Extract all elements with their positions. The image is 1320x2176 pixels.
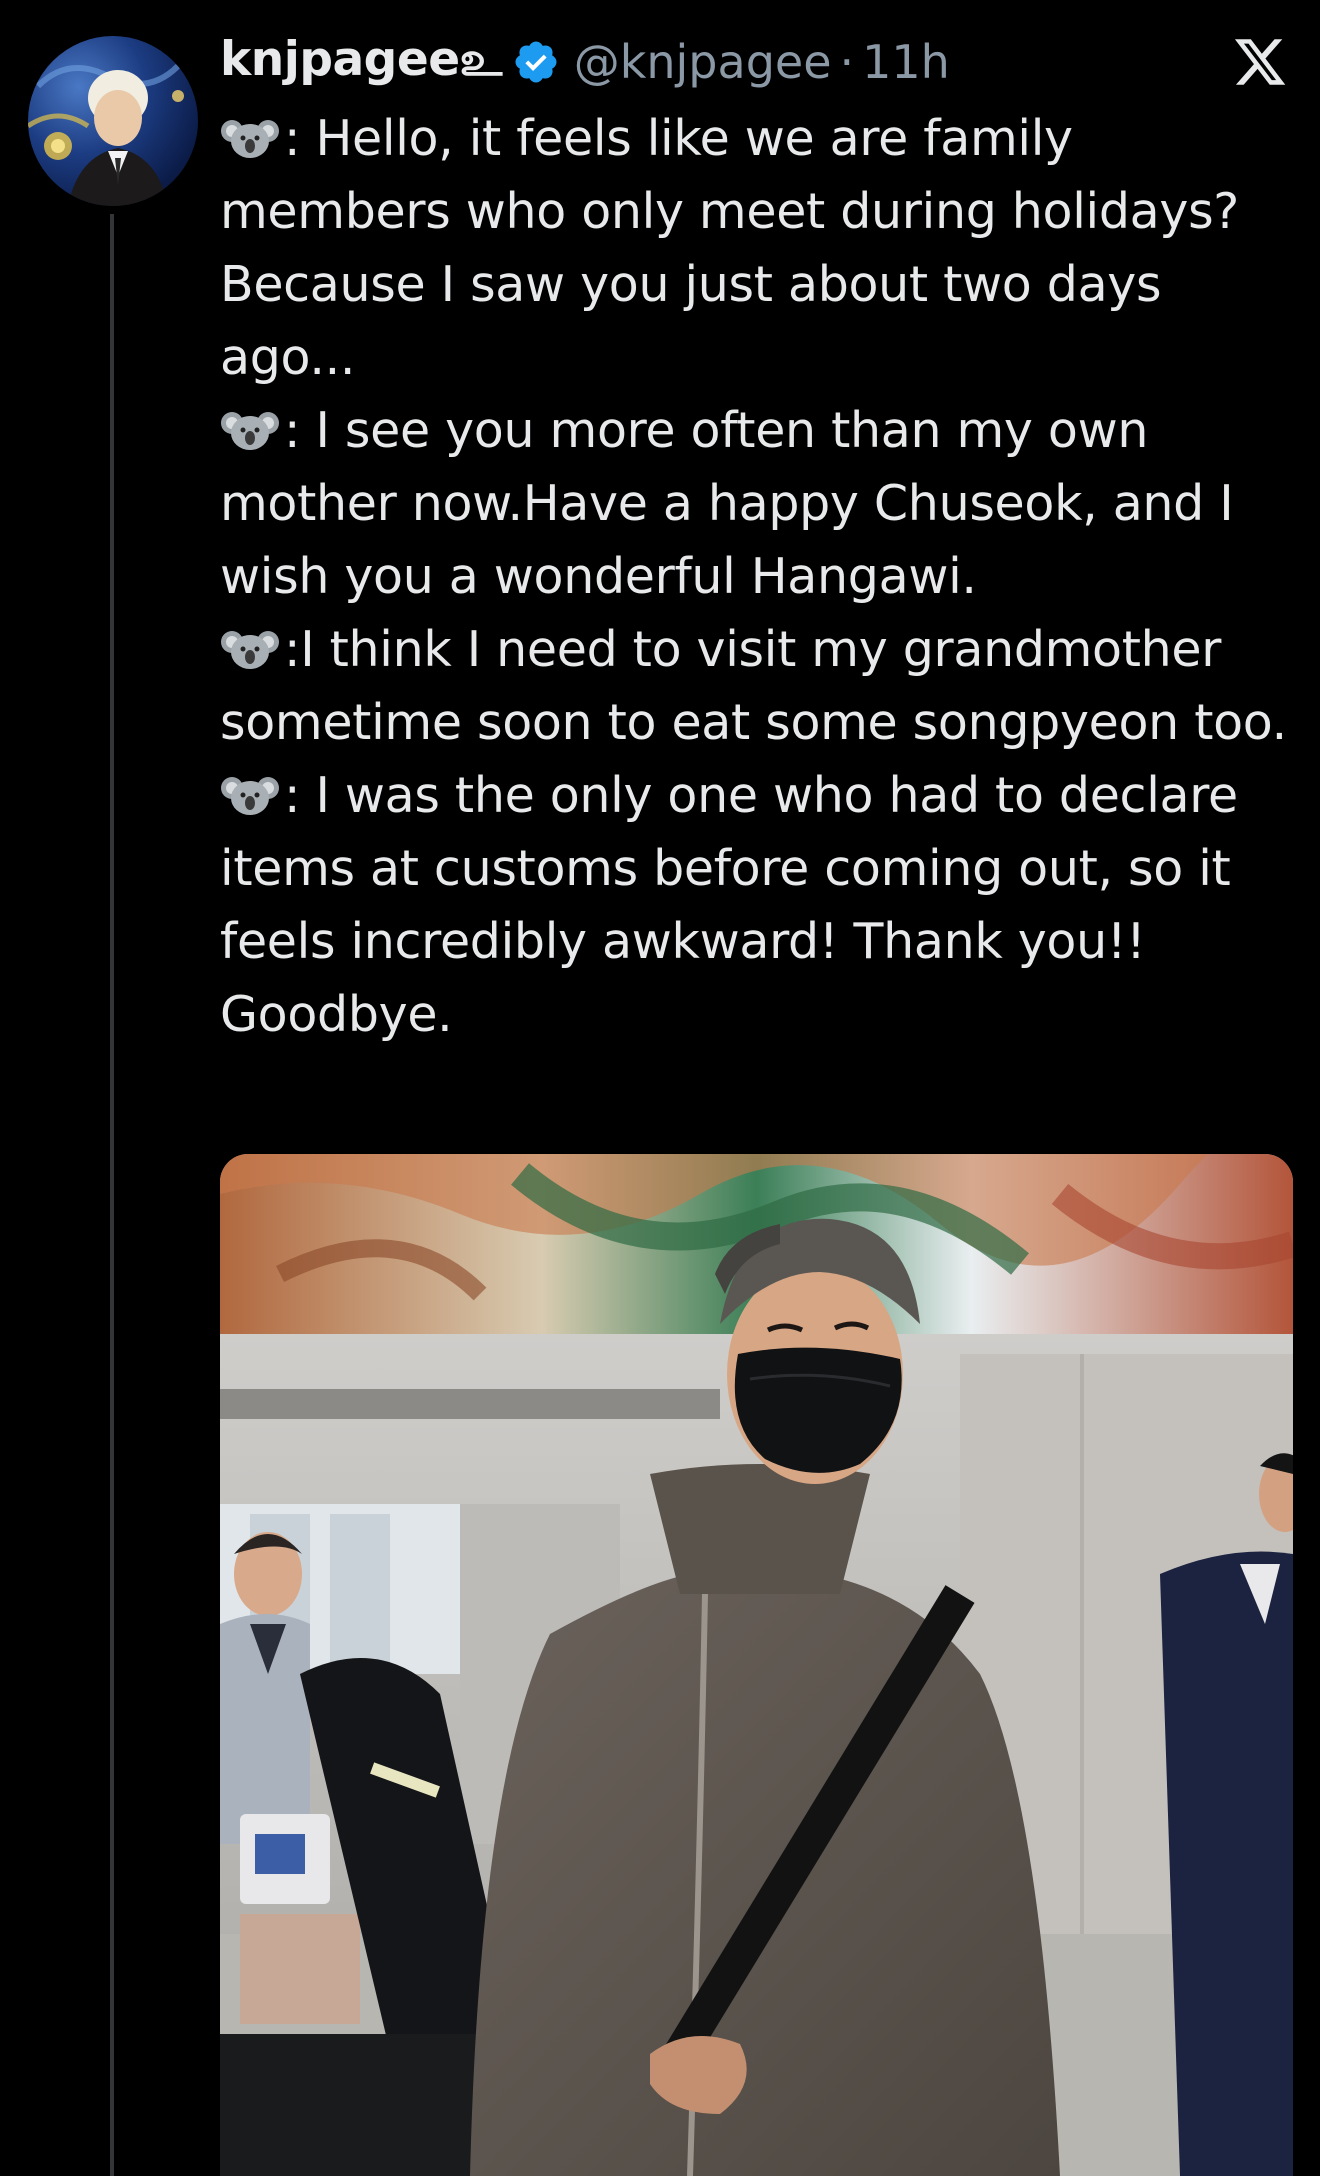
airport-photo bbox=[220, 1154, 1293, 2176]
avatar-image bbox=[28, 63, 184, 206]
verified-badge-icon bbox=[512, 38, 560, 86]
separator: · bbox=[839, 35, 855, 89]
paragraph-text: : I was the only one who had to declare … bbox=[220, 767, 1238, 1043]
tweet-header: knjpageeஉ @knjpagee · 11h bbox=[220, 26, 1320, 98]
tweet-paragraph: : I was the only one who had to declare … bbox=[220, 759, 1310, 1051]
avatar[interactable] bbox=[28, 36, 198, 206]
tweet-text: : Hello, it feels like we are family mem… bbox=[220, 102, 1310, 1051]
paragraph-text: :I think I need to visit my grandmother … bbox=[220, 621, 1287, 751]
display-name[interactable]: knjpageeஉ bbox=[220, 32, 502, 93]
paragraph-text: : I see you more often than my own mothe… bbox=[220, 402, 1234, 605]
tweet-paragraph: : Hello, it feels like we are family mem… bbox=[220, 102, 1310, 394]
thread-line bbox=[110, 214, 114, 2176]
tweet-paragraph: : I see you more often than my own mothe… bbox=[220, 394, 1310, 613]
koala-face-icon bbox=[220, 619, 280, 669]
paragraph-text: : Hello, it feels like we are family mem… bbox=[220, 110, 1240, 386]
timestamp[interactable]: 11h bbox=[862, 35, 950, 89]
koala-face-icon bbox=[220, 108, 280, 158]
x-logo-icon[interactable] bbox=[1232, 34, 1288, 90]
tweet-media-photo[interactable] bbox=[220, 1154, 1293, 2176]
tweet-paragraph: :I think I need to visit my grandmother … bbox=[220, 613, 1310, 759]
koala-face-icon bbox=[220, 400, 280, 450]
koala-face-icon bbox=[220, 765, 280, 815]
handle[interactable]: @knjpagee bbox=[574, 35, 832, 89]
